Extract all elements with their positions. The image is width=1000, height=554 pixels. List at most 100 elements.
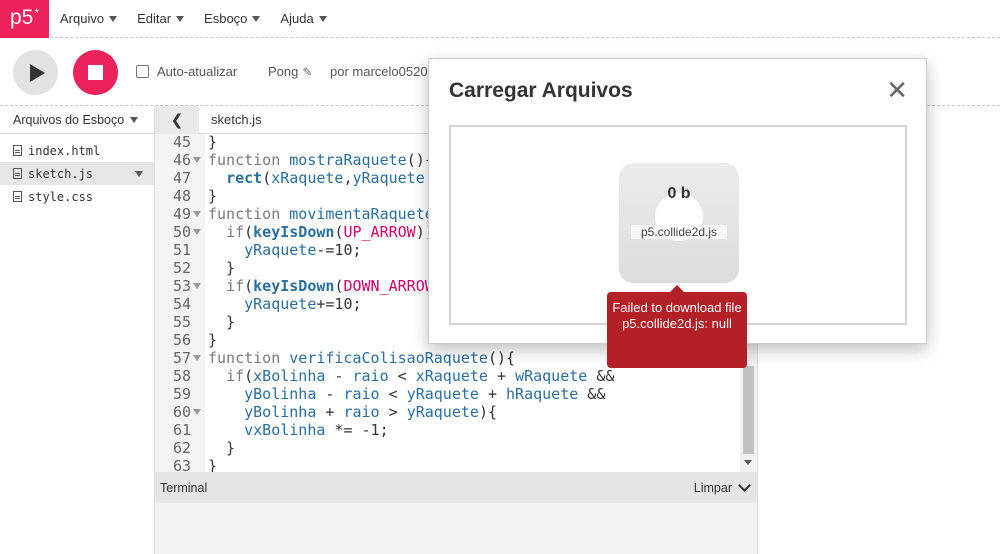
file-size: 0 b xyxy=(667,185,691,202)
menu-ajuda[interactable]: Ajuda xyxy=(280,11,327,26)
menu-editar[interactable]: Editar xyxy=(137,11,185,26)
menu-esboco[interactable]: Esboço xyxy=(204,11,261,26)
code-line[interactable]: 60 yBolinha + raio > yRaquete){ xyxy=(155,403,757,421)
line-number: 59 xyxy=(172,385,191,403)
main-menu: Arquivo Editar Esboço Ajuda xyxy=(60,11,347,26)
play-icon xyxy=(30,63,45,82)
code-text: rect(xRaquete,yRaquete xyxy=(226,169,425,187)
code-text: } xyxy=(208,313,236,331)
code-line[interactable]: 63} xyxy=(155,457,757,472)
line-number: 51 xyxy=(172,241,191,259)
stop-icon xyxy=(88,65,103,80)
line-number: 46 xyxy=(172,151,191,169)
clear-console-button[interactable]: Limpar xyxy=(694,481,732,495)
code-text: yBolinha + raio > yRaquete){ xyxy=(244,403,497,421)
code-text: vxBolinha *= -1; xyxy=(244,421,389,439)
menu-arquivo[interactable]: Arquivo xyxy=(60,11,118,26)
auto-refresh-toggle[interactable]: Auto-atualizar xyxy=(136,64,237,79)
line-number: 63 xyxy=(172,457,191,472)
fold-arrow-icon[interactable] xyxy=(193,355,201,361)
play-button[interactable] xyxy=(13,50,58,95)
console-title: Terminal xyxy=(160,480,208,495)
console-output[interactable] xyxy=(155,503,757,554)
file-item-sketch-js[interactable]: sketch.js xyxy=(0,162,154,185)
file-name: style.css xyxy=(28,189,94,204)
code-text: } xyxy=(208,439,236,457)
modal-title: Carregar Arquivos xyxy=(449,79,633,102)
uploaded-file-preview: 0 b p5.collide2d.js xyxy=(619,163,739,283)
project-name[interactable]: Pong ✎ xyxy=(268,64,312,79)
scroll-down-icon[interactable] xyxy=(744,460,752,465)
p5-editor-app: p5 * Arquivo Editar Esboço Ajuda Auto-at… xyxy=(0,0,1000,554)
code-line[interactable]: 58 if(xBolinha - raio < xRaquete + wRaqu… xyxy=(155,367,757,385)
sidebar-header-label: Arquivos do Esboço xyxy=(13,112,125,127)
chevron-down-icon xyxy=(176,15,185,22)
stop-button[interactable] xyxy=(73,50,118,95)
scrollbar-thumb[interactable] xyxy=(743,366,754,454)
fold-arrow-icon[interactable] xyxy=(193,211,201,217)
code-text: } xyxy=(208,134,218,151)
logo-asterisk: * xyxy=(34,5,40,20)
editor-file-tab[interactable]: sketch.js xyxy=(211,112,262,127)
chevron-left-icon: ❮ xyxy=(170,111,184,129)
code-text: if(keyIsDown(UP_ARROW)) xyxy=(226,223,434,241)
code-text: function verificaColisaoRaquete(){ xyxy=(208,349,516,367)
project-name-text: Pong xyxy=(268,64,299,79)
code-text: } xyxy=(208,331,218,349)
file-options-icon[interactable] xyxy=(135,171,143,177)
upload-error-tooltip: Failed to download file p5.collide2d.js:… xyxy=(607,285,747,368)
line-number: 61 xyxy=(172,421,191,439)
line-number: 60 xyxy=(172,403,191,421)
file-name: index.html xyxy=(28,143,101,158)
line-number: 52 xyxy=(172,259,191,277)
line-number: 55 xyxy=(172,313,191,331)
sidebar-header[interactable]: Arquivos do Esboço xyxy=(0,106,154,134)
collapse-sidebar-button[interactable]: ❮ xyxy=(155,105,199,134)
author-link[interactable]: por marcelo0520 xyxy=(330,64,428,79)
code-line[interactable]: 61 vxBolinha *= -1; xyxy=(155,421,757,439)
file-item-style-css[interactable]: style.css xyxy=(0,185,154,208)
code-text: yRaquete+=10; xyxy=(244,295,362,313)
code-text: yRaquete-=10; xyxy=(244,241,362,259)
file-icon xyxy=(13,168,22,179)
code-line[interactable]: 62 } xyxy=(155,439,757,457)
fold-arrow-icon[interactable] xyxy=(193,409,201,415)
fold-arrow-icon[interactable] xyxy=(193,283,201,289)
fold-arrow-icon[interactable] xyxy=(193,157,201,163)
code-text: function mostraRaquete(){ xyxy=(208,151,434,169)
menu-arquivo-label: Arquivo xyxy=(60,11,105,26)
file-item-index-html[interactable]: index.html xyxy=(0,139,154,162)
pencil-icon[interactable]: ✎ xyxy=(302,65,312,79)
code-line[interactable]: 59 yBolinha - raio < yRaquete + hRaquete… xyxy=(155,385,757,403)
line-number: 49 xyxy=(172,205,191,223)
auto-refresh-checkbox[interactable] xyxy=(136,65,149,78)
console-header: Terminal Limpar xyxy=(155,472,757,503)
chevron-down-icon[interactable] xyxy=(738,479,751,492)
line-number: 54 xyxy=(172,295,191,313)
auto-refresh-label: Auto-atualizar xyxy=(157,64,238,79)
menu-ajuda-label: Ajuda xyxy=(280,11,314,26)
fold-arrow-icon[interactable] xyxy=(193,229,201,235)
file-icon xyxy=(13,145,22,156)
line-number: 56 xyxy=(172,331,191,349)
menu-esboco-label: Esboço xyxy=(204,11,248,26)
p5-logo[interactable]: p5 * xyxy=(0,0,49,38)
chevron-down-icon xyxy=(318,15,327,22)
line-number: 47 xyxy=(172,169,191,187)
code-text: } xyxy=(208,187,218,205)
line-number: 45 xyxy=(172,134,191,151)
line-number: 58 xyxy=(172,367,191,385)
top-nav: p5 * Arquivo Editar Esboço Ajuda xyxy=(0,0,1000,38)
code-text: yBolinha - raio < yRaquete + hRaquete && xyxy=(244,385,606,403)
chevron-down-icon xyxy=(252,15,261,22)
code-text: } xyxy=(208,259,236,277)
code-text: if(xBolinha - raio < xRaquete + wRaquete… xyxy=(226,367,615,385)
line-number: 48 xyxy=(172,187,191,205)
file-icon xyxy=(13,191,22,202)
file-name: sketch.js xyxy=(28,166,94,181)
menu-editar-label: Editar xyxy=(137,11,172,26)
close-icon[interactable]: ✕ xyxy=(886,77,908,103)
code-text: function movimentaRaquete xyxy=(208,205,434,223)
chevron-down-icon xyxy=(130,116,139,123)
console-controls: Limpar xyxy=(694,479,751,495)
